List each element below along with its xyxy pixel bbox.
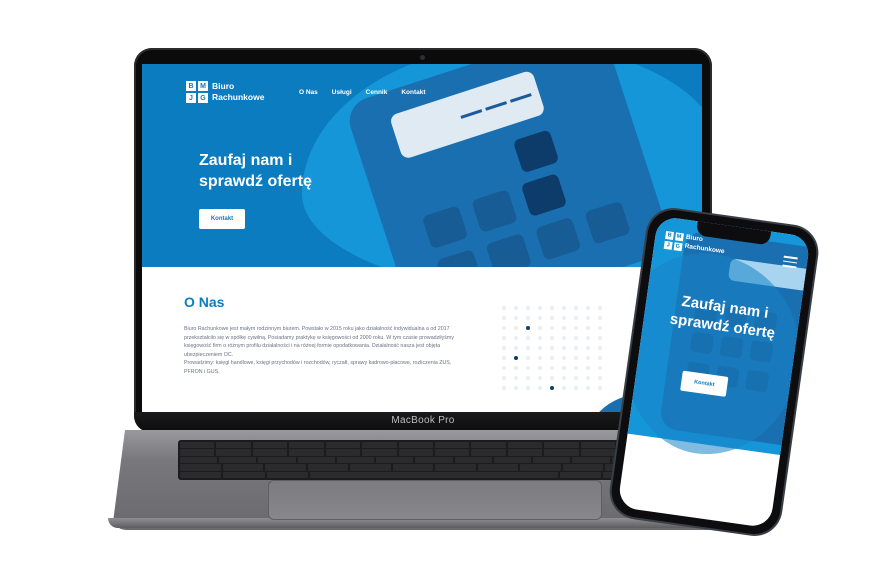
decorative-dot — [514, 326, 518, 330]
laptop-screen: B M J G Biuro Rachunkowe O Nas Usługi Ce… — [142, 64, 702, 416]
decorative-dot — [538, 326, 542, 330]
decorative-dot — [538, 306, 542, 310]
decorative-dot — [586, 336, 590, 340]
decorative-dot — [550, 346, 554, 350]
decorative-dot — [538, 376, 542, 380]
decorative-dot — [514, 386, 518, 390]
decorative-dot — [502, 346, 506, 350]
decorative-dot — [598, 306, 602, 310]
about-paragraph: Biuro Rachunkowe jest małym rodzinnym bi… — [184, 326, 454, 358]
about-paragraph: Prowadzimy: księgi handlowe, księgi przy… — [184, 360, 452, 375]
decorative-dot — [538, 366, 542, 370]
decorative-dot — [538, 346, 542, 350]
decorative-dot — [538, 316, 542, 320]
decorative-dot — [502, 326, 506, 330]
decorative-dot — [598, 316, 602, 320]
decorative-dot — [574, 306, 578, 310]
decorative-dot — [526, 376, 530, 380]
logo-mark: B M J G — [186, 81, 208, 103]
decorative-dot — [502, 356, 506, 360]
decorative-dot — [526, 316, 530, 320]
nav-item-o-nas[interactable]: O Nas — [299, 89, 318, 96]
decorative-dot — [502, 376, 506, 380]
decorative-dot — [586, 306, 590, 310]
decorative-dot — [526, 336, 530, 340]
logo-wordmark: Biuro Rachunkowe — [212, 81, 265, 102]
decorative-dot — [538, 386, 542, 390]
hero-contact-button[interactable]: Kontakt — [199, 209, 245, 229]
decorative-dot — [562, 316, 566, 320]
nav-item-kontakt[interactable]: Kontakt — [401, 89, 425, 96]
decorative-dot — [562, 326, 566, 330]
hamburger-menu-icon[interactable] — [782, 255, 798, 269]
decorative-dot — [562, 336, 566, 340]
decorative-dot — [526, 366, 530, 370]
decorative-dot — [538, 336, 542, 340]
hero-title: Zaufaj nam i sprawdź ofertę — [199, 152, 312, 190]
decorative-dot — [502, 386, 506, 390]
decorative-dot — [574, 326, 578, 330]
decorative-dot — [526, 356, 530, 360]
decorative-dot — [574, 316, 578, 320]
decorative-dot — [586, 326, 590, 330]
decorative-dot — [514, 346, 518, 350]
decorative-dot — [550, 306, 554, 310]
decorative-dot — [514, 376, 518, 380]
decorative-dot — [550, 336, 554, 340]
decorative-dot — [514, 336, 518, 340]
decorative-dot — [502, 306, 506, 310]
decorative-dot — [550, 316, 554, 320]
decorative-dot — [526, 386, 530, 390]
nav-item-uslugi[interactable]: Usługi — [332, 89, 352, 96]
decorative-dot — [502, 336, 506, 340]
decorative-dot — [514, 366, 518, 370]
decorative-dot — [574, 336, 578, 340]
phone-hero-section: B M J G Biuro Rachunkowe Zaufaj nam i sp… — [617, 215, 811, 466]
decorative-dot — [550, 356, 554, 360]
decorative-dot — [526, 306, 530, 310]
decorative-dot — [526, 326, 530, 330]
decorative-dot — [514, 316, 518, 320]
site-logo[interactable]: B M J G Biuro Rachunkowe — [186, 81, 264, 103]
device-mockup: B M J G Biuro Rachunkowe O Nas Usługi Ce… — [0, 0, 886, 568]
phone-logo-mark: B M J G — [663, 230, 684, 251]
about-text: Biuro Rachunkowe jest małym rodzinnym bi… — [184, 325, 464, 376]
about-title: O Nas — [184, 294, 225, 310]
laptop-trackpad — [268, 480, 602, 520]
decorative-dot — [550, 366, 554, 370]
decorative-dot — [550, 376, 554, 380]
decorative-dot — [526, 346, 530, 350]
nav-item-cennik[interactable]: Cennik — [366, 89, 388, 96]
laptop-camera — [420, 55, 425, 60]
decorative-dot — [598, 336, 602, 340]
decorative-dot — [586, 316, 590, 320]
decorative-dot — [550, 386, 554, 390]
decorative-dot — [502, 316, 506, 320]
decorative-dot — [502, 366, 506, 370]
decorative-dot — [538, 356, 542, 360]
decorative-dot — [550, 326, 554, 330]
hero-section: B M J G Biuro Rachunkowe O Nas Usługi Ce… — [142, 64, 702, 267]
decorative-dot — [562, 306, 566, 310]
main-nav: O Nas Usługi Cennik Kontakt — [299, 89, 426, 96]
decorative-dot — [514, 306, 518, 310]
decorative-dot — [598, 326, 602, 330]
decorative-dot — [514, 356, 518, 360]
